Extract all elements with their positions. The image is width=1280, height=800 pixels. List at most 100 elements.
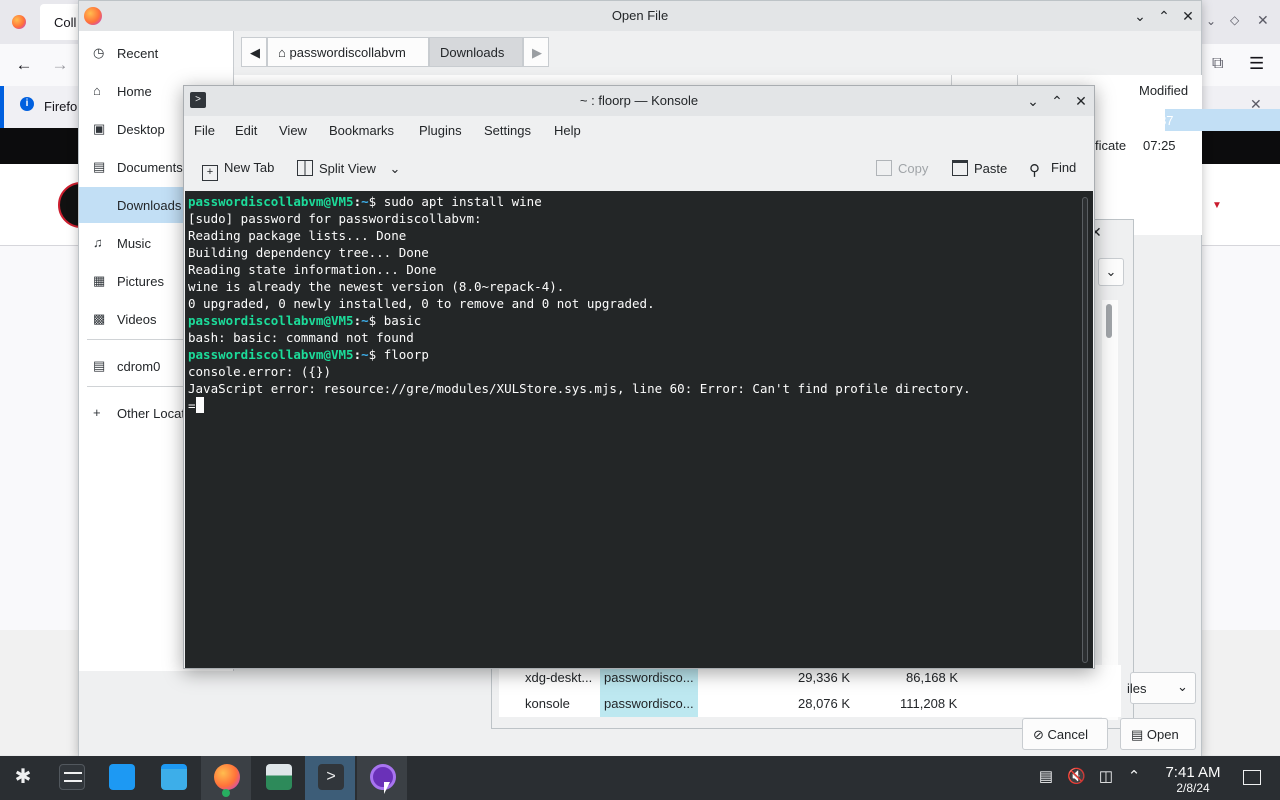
chevron-up-icon[interactable]: ⌃ <box>1125 768 1143 786</box>
maximize-icon[interactable]: ⌃ <box>1154 6 1174 26</box>
minimize-icon[interactable]: ⌄ <box>1130 6 1150 26</box>
menu-settings[interactable]: Settings <box>484 123 531 138</box>
menu-edit[interactable]: Edit <box>235 123 257 138</box>
process-memory: 29,336 K <box>798 670 851 685</box>
file-modified: 07:37 <box>1141 113 1174 128</box>
clock-date[interactable]: 2/8/24 <box>1152 781 1234 795</box>
menu-help[interactable]: Help <box>554 123 581 138</box>
drive-icon: ▤ <box>93 358 106 373</box>
prompt-separator: : <box>353 194 362 209</box>
copy-button[interactable]: Copy <box>876 160 928 176</box>
terminal-line: Reading state information... Done <box>188 261 971 278</box>
volume-muted-icon[interactable]: 🔇 <box>1067 768 1086 786</box>
taskbar-floorp[interactable] <box>357 756 407 800</box>
process-shared-memory: 111,208 K <box>900 696 958 711</box>
file-modified: 07:25 <box>1143 138 1176 153</box>
output-text: JavaScript error: resource://gre/modules… <box>188 381 971 396</box>
process-shared-memory: 86,168 K <box>906 670 959 685</box>
scrollbar-handle[interactable] <box>1106 304 1112 338</box>
back-arrow-icon[interactable]: ← <box>12 54 36 76</box>
prompt-separator: : <box>353 313 362 328</box>
clock-icon: ◷ <box>93 45 105 60</box>
music-icon: ♫ <box>93 235 103 250</box>
menu-bookmarks[interactable]: Bookmarks <box>329 123 394 138</box>
maximize-icon[interactable]: ⌃ <box>1047 91 1067 111</box>
scrollbar[interactable] <box>1102 300 1118 720</box>
konsole-toolbar: + New Tab Split View ⌄ Copy Paste ⚲ Find <box>184 150 1094 190</box>
breadcrumb-forward-arrow-icon[interactable]: ▶ <box>523 37 549 67</box>
floorp-icon <box>370 764 396 790</box>
new-tab-button[interactable]: + New Tab <box>202 160 274 181</box>
file-filter-select[interactable]: iles ⌄ <box>1127 672 1196 704</box>
close-icon[interactable]: ✕ <box>1178 6 1198 26</box>
open-button[interactable]: ▤ Open <box>1120 718 1196 750</box>
network-icon[interactable]: ◫ <box>1097 768 1115 786</box>
taskbar-system-monitor[interactable] <box>253 756 303 800</box>
output-text: Reading package lists... Done <box>188 228 407 243</box>
prompt-path: ~ <box>361 313 369 328</box>
file-name[interactable]: ficate <box>1095 138 1126 153</box>
konsole-title: ~ : floorp — Konsole <box>579 93 699 108</box>
breadcrumb-back-arrow-icon[interactable]: ◀ <box>241 37 267 67</box>
breadcrumb-downloads[interactable]: Downloads <box>429 37 523 67</box>
taskbar-system-settings[interactable] <box>46 756 96 800</box>
column-header-modified[interactable]: Modified <box>1139 83 1188 98</box>
clock-time[interactable]: 7:41 AM <box>1152 764 1234 781</box>
minimize-icon[interactable]: ⌄ <box>1023 91 1043 111</box>
terminal-line: console.error: ({}) <box>188 363 971 380</box>
terminal-scrollbar[interactable] <box>1082 197 1088 663</box>
taskbar-dolphin[interactable] <box>148 756 198 800</box>
picture-icon: ▦ <box>93 273 106 288</box>
chevron-down-icon: ⌄ <box>1177 679 1188 694</box>
split-view-button[interactable]: Split View ⌄ <box>297 160 400 177</box>
taskbar-konsole[interactable]: > <box>305 756 355 800</box>
file-row-selected[interactable] <box>1165 109 1280 131</box>
extensions-icon[interactable]: ⧉ <box>1212 55 1223 73</box>
terminal-output: passwordiscollabvm@VM5:~$ sudo apt insta… <box>188 193 971 414</box>
cancel-label: Cancel <box>1047 727 1088 742</box>
application-launcher[interactable]: ✱ <box>0 756 50 800</box>
terminal-line: passwordiscollabvm@VM5:~$ floorp <box>188 346 971 363</box>
output-text: bash: basic: command not found <box>188 330 414 345</box>
hamburger-menu-icon[interactable]: ☰ <box>1249 54 1264 74</box>
konsole-window: > ~ : floorp — Konsole ⌄ ⌃ ✕ File Edit V… <box>183 85 1095 669</box>
chevron-down-icon[interactable]: ⌄ <box>1206 14 1216 28</box>
copy-icon <box>876 160 892 176</box>
close-icon[interactable]: ✕ <box>1071 91 1091 111</box>
chevron-down-icon: ⌄ <box>389 161 401 176</box>
cancel-button[interactable]: ⊘ Cancel <box>1022 718 1108 750</box>
output-text: wine is already the newest version (8.0~… <box>188 279 565 294</box>
taskbar-discover[interactable] <box>96 756 146 800</box>
terminal-view[interactable]: passwordiscollabvm@VM5:~$ sudo apt insta… <box>185 191 1093 668</box>
process-user: passwordisco... <box>600 691 698 717</box>
table-row[interactable]: konsole passwordisco... 28,076 K 111,208… <box>499 691 1121 717</box>
menu-view[interactable]: View <box>279 123 307 138</box>
info-icon: i <box>20 97 34 111</box>
home-icon: ⌂ <box>278 45 286 60</box>
taskbar-firefox[interactable] <box>201 756 251 800</box>
notification-text: Firefo <box>44 99 78 114</box>
place-recent[interactable]: ◷ Recent <box>79 35 234 71</box>
place-label: Downloads <box>117 198 182 213</box>
terminal-line: 0 upgraded, 0 newly installed, 0 to remo… <box>188 295 971 312</box>
command-text: $ sudo apt install wine <box>368 194 542 209</box>
terminal-line: JavaScript error: resource://gre/modules… <box>188 380 971 397</box>
firefox-tab-favicon-icon[interactable] <box>12 15 26 29</box>
show-desktop-icon[interactable] <box>1243 770 1261 785</box>
breadcrumb-home[interactable]: ⌂ passwordiscollabvm <box>267 37 429 67</box>
prompt-user: passwordiscollabvm@VM5 <box>188 347 354 362</box>
process-memory: 28,076 K <box>798 696 851 711</box>
close-icon[interactable]: ✕ <box>1257 12 1269 29</box>
find-button[interactable]: ⚲ Find <box>1029 160 1076 179</box>
paste-button[interactable]: Paste <box>952 160 1007 176</box>
caret-down-icon[interactable]: ▼ <box>1212 200 1222 211</box>
terminal-line: passwordiscollabvm@VM5:~$ sudo apt insta… <box>188 193 971 210</box>
prompt-path: ~ <box>361 347 369 362</box>
menu-plugins[interactable]: Plugins <box>419 123 462 138</box>
menu-file[interactable]: File <box>194 123 215 138</box>
output-text: 0 upgraded, 0 newly installed, 0 to remo… <box>188 296 655 311</box>
forward-arrow-icon[interactable]: → <box>48 54 72 76</box>
restore-icon[interactable]: ◇ <box>1230 13 1239 27</box>
chevron-down-icon[interactable]: ⌄ <box>1098 258 1124 286</box>
clipboard-icon[interactable]: ▤ <box>1037 768 1055 786</box>
